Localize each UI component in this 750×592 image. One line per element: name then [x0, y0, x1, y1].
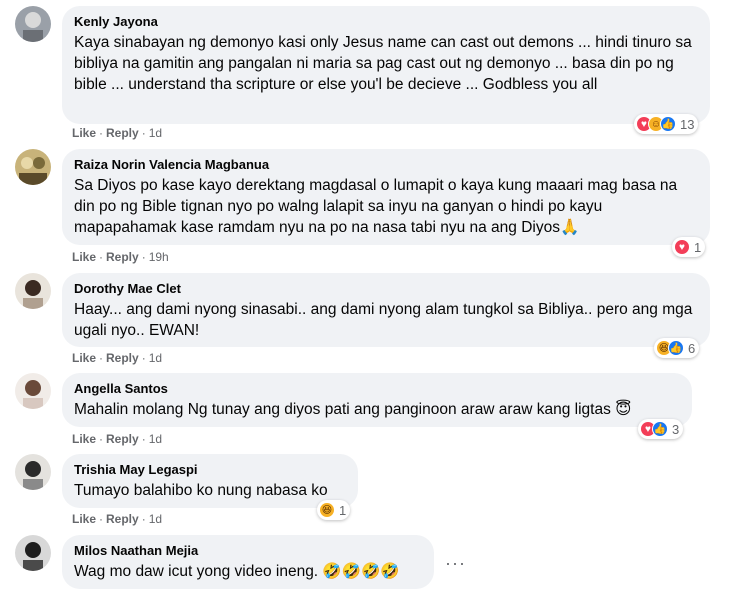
- comment-author[interactable]: Trishia May Legaspi: [74, 461, 346, 478]
- reply-button[interactable]: Reply: [106, 512, 139, 526]
- reply-button[interactable]: Reply: [106, 250, 139, 264]
- comment-bubble: Dorothy Mae Clet Haay... ang dami nyong …: [62, 273, 710, 347]
- comment-text: Wag mo daw icut yong video ineng. 🤣🤣🤣🤣: [74, 563, 400, 580]
- comment-text: Sa Diyos po kase kayo derektang magdasal…: [74, 177, 678, 236]
- avatar[interactable]: [15, 535, 51, 571]
- timestamp[interactable]: 19h: [149, 250, 169, 264]
- avatar[interactable]: [15, 6, 51, 42]
- comment-text: Tumayo balahibo ko nung nabasa ko: [74, 482, 328, 499]
- heart-icon: ♥: [674, 239, 690, 255]
- comment-actions: Like · Reply · 19h: [72, 250, 169, 264]
- comment-bubble: Kenly Jayona Kaya sinabayan ng demonyo k…: [62, 6, 710, 124]
- timestamp[interactable]: 1d: [149, 126, 162, 140]
- comment-actions: Like · Reply · 1d: [72, 126, 163, 140]
- comment-bubble: Trishia May Legaspi Tumayo balahibo ko n…: [62, 454, 358, 508]
- like-icon: 👍: [668, 340, 684, 356]
- comment-bubble: Angella Santos Mahalin molang Ng tunay a…: [62, 373, 692, 427]
- reaction-summary[interactable]: ♥ 1: [672, 237, 706, 257]
- reaction-count: 3: [672, 421, 680, 437]
- reaction-summary[interactable]: ♥ 👍 3: [638, 419, 684, 439]
- timestamp[interactable]: 1d: [149, 351, 162, 365]
- comment-author[interactable]: Dorothy Mae Clet: [74, 280, 698, 297]
- comment-author[interactable]: Milos Naathan Mejia: [74, 542, 422, 559]
- comment-text: Kaya sinabayan ng demonyo kasi only Jesu…: [74, 34, 692, 93]
- reaction-count: 6: [688, 340, 696, 356]
- reaction-summary[interactable]: ♥ ☺ 👍 13: [634, 114, 699, 134]
- like-icon: 👍: [660, 116, 676, 132]
- comment-bubble: Milos Naathan Mejia Wag mo daw icut yong…: [62, 535, 434, 589]
- like-button[interactable]: Like: [72, 126, 96, 140]
- comment-author[interactable]: Angella Santos: [74, 380, 680, 397]
- reaction-count: 1: [694, 239, 702, 255]
- avatar[interactable]: [15, 373, 51, 409]
- reply-button[interactable]: Reply: [106, 432, 139, 446]
- reaction-count: 1: [339, 502, 347, 518]
- reaction-summary[interactable]: 😆 1: [317, 500, 351, 520]
- like-icon: 👍: [652, 421, 668, 437]
- like-button[interactable]: Like: [72, 351, 96, 365]
- timestamp[interactable]: 1d: [149, 512, 162, 526]
- timestamp[interactable]: 1d: [149, 432, 162, 446]
- haha-icon: 😆: [319, 502, 335, 518]
- reply-button[interactable]: Reply: [106, 351, 139, 365]
- avatar[interactable]: [15, 454, 51, 490]
- comment-text: Haay... ang dami nyong sinasabi.. ang da…: [74, 301, 693, 339]
- comment-author[interactable]: Raiza Norin Valencia Magbanua: [74, 156, 698, 173]
- more-options-icon[interactable]: ···: [445, 553, 466, 574]
- comment-actions: Like · Reply · 1d: [72, 432, 163, 446]
- comment-author[interactable]: Kenly Jayona: [74, 13, 698, 30]
- like-button[interactable]: Like: [72, 432, 96, 446]
- comment-bubble: Raiza Norin Valencia Magbanua Sa Diyos p…: [62, 149, 710, 245]
- like-button[interactable]: Like: [72, 250, 96, 264]
- reaction-count: 13: [680, 116, 695, 132]
- reply-button[interactable]: Reply: [106, 126, 139, 140]
- avatar[interactable]: [15, 273, 51, 309]
- comment-actions: Like · Reply · 1d: [72, 512, 163, 526]
- comment-actions: Like · Reply · 1d: [72, 351, 163, 365]
- comment-text: Mahalin molang Ng tunay ang diyos pati a…: [74, 401, 632, 418]
- avatar[interactable]: [15, 149, 51, 185]
- reaction-summary[interactable]: 😆 👍 6: [654, 338, 700, 358]
- like-button[interactable]: Like: [72, 512, 96, 526]
